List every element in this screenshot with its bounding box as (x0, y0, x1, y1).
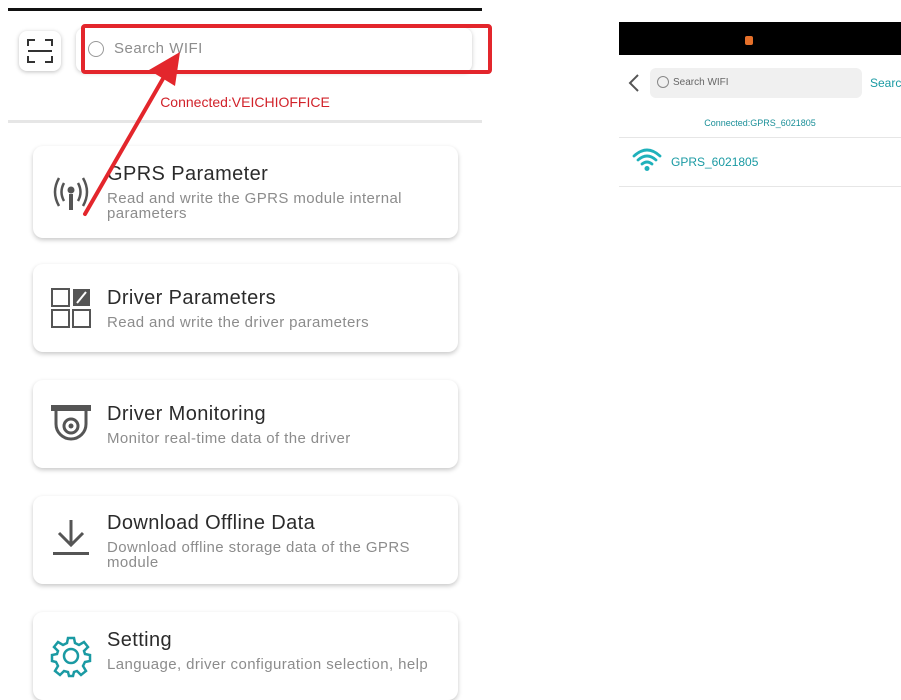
wifi-ssid: GPRS_6021805 (671, 155, 759, 169)
back-chevron-icon[interactable] (628, 73, 640, 93)
search-input-right[interactable]: Search WIFI (650, 68, 862, 98)
annotation-arrow (83, 52, 180, 216)
search-button[interactable]: Searc (870, 76, 901, 90)
wifi-list-item[interactable]: GPRS_6021805 (619, 138, 901, 186)
connected-status-right: Connected:GPRS_6021805 (704, 118, 816, 128)
search-icon (657, 76, 669, 88)
divider (619, 186, 901, 187)
right-status-bar (619, 22, 901, 55)
notification-dot (745, 36, 753, 45)
wifi-icon (632, 148, 662, 171)
search-placeholder-right: Search WIFI (673, 77, 729, 88)
